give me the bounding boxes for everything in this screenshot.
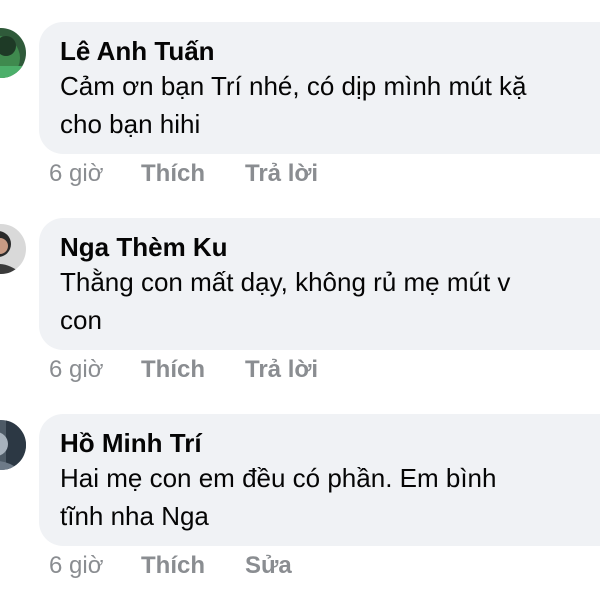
avatar-icon[interactable] [0, 420, 26, 470]
comment-text-line: cho bạn hihi [60, 109, 201, 139]
comment-author[interactable]: Lê Anh Tuấn [60, 34, 600, 68]
comment-text-line: con [60, 305, 102, 335]
comment-bubble: Hồ Minh Trí Hai mẹ con em đều có phần. E… [39, 414, 600, 546]
comment-actions: 6 giờ Thích Trả lời [49, 355, 318, 385]
comment-text-line: Hai mẹ con em đều có phần. Em bình [60, 463, 497, 493]
comment-text-line: Thằng con mất dạy, không rủ mẹ mút v [60, 267, 511, 297]
comment-thread: Lê Anh Tuấn Cảm ơn bạn Trí nhé, có dịp m… [0, 0, 600, 600]
avatar-icon[interactable] [0, 224, 26, 274]
comment-author[interactable]: Hồ Minh Trí [60, 426, 600, 460]
comment-timestamp[interactable]: 6 giờ [49, 160, 103, 187]
reply-button[interactable]: Trả lời [245, 159, 318, 189]
comment-text-line: Cảm ơn bạn Trí nhé, có dịp mình mút kặ [60, 71, 527, 101]
comment-actions: 6 giờ Thích Trả lời [49, 159, 318, 189]
comment-text-line: tĩnh nha Nga [60, 501, 209, 531]
comment-author[interactable]: Nga Thèm Ku [60, 230, 600, 264]
like-button[interactable]: Thích [141, 355, 205, 385]
comment-timestamp[interactable]: 6 giờ [49, 356, 103, 383]
comment-bubble: Lê Anh Tuấn Cảm ơn bạn Trí nhé, có dịp m… [39, 22, 600, 154]
edit-button[interactable]: Sửa [245, 551, 292, 581]
comment-bubble: Nga Thèm Ku Thằng con mất dạy, không rủ … [39, 218, 600, 350]
comment-actions: 6 giờ Thích Sửa [49, 551, 292, 581]
like-button[interactable]: Thích [141, 551, 205, 581]
reply-button[interactable]: Trả lời [245, 355, 318, 385]
like-button[interactable]: Thích [141, 159, 205, 189]
comment-timestamp[interactable]: 6 giờ [49, 552, 103, 579]
avatar-icon[interactable] [0, 28, 26, 78]
